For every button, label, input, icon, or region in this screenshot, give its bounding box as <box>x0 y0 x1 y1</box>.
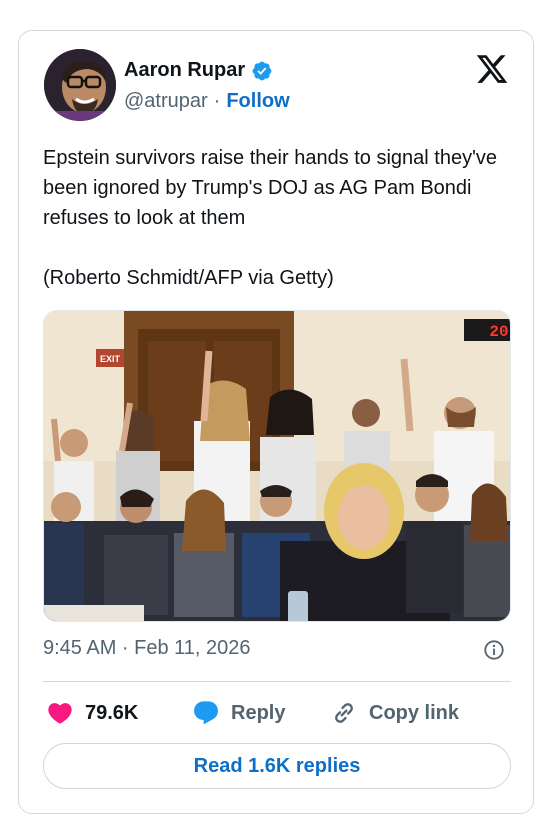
x-logo-icon[interactable] <box>474 52 510 86</box>
author-handle[interactable]: @atrupar <box>124 90 208 113</box>
link-icon <box>335 703 353 723</box>
reply-button[interactable]: Reply <box>191 696 285 730</box>
info-icon[interactable] <box>483 639 505 661</box>
hearing-photo: EXIT 20 <box>44 311 510 621</box>
copy-link-label: Copy link <box>369 701 460 724</box>
like-count: 79.6K <box>85 701 139 724</box>
exit-sign-text: EXIT <box>100 354 121 364</box>
author-name-row[interactable]: Aaron Rupar <box>124 59 273 82</box>
read-replies-label: Read 1.6K replies <box>193 754 361 777</box>
tweet-timestamp[interactable]: 9:45 AM · Feb 11, 2026 <box>43 637 251 660</box>
tweet-text: Epstein survivors raise their hands to s… <box>43 147 498 289</box>
author-avatar[interactable] <box>44 49 116 121</box>
reply-label: Reply <box>231 701 286 724</box>
copy-link-button[interactable]: Copy link <box>329 696 459 730</box>
like-button[interactable]: 79.6K <box>45 696 138 730</box>
follow-button[interactable]: Follow <box>226 90 289 113</box>
avatar-image <box>44 49 116 121</box>
reply-bubble-icon <box>194 701 218 725</box>
handle-separator: · <box>213 90 221 112</box>
timer-text: 20 <box>489 323 508 341</box>
verified-badge-icon <box>252 61 272 80</box>
author-name[interactable]: Aaron Rupar <box>124 59 245 82</box>
tweet-card: Aaron Rupar @atrupar · Follow Epstein su… <box>18 30 534 814</box>
read-replies-button[interactable]: Read 1.6K replies <box>43 743 511 789</box>
heart-icon <box>48 703 72 724</box>
divider <box>43 681 511 682</box>
handle-row: @atrupar · Follow <box>124 90 290 113</box>
action-bar: 79.6K Reply Copy link <box>43 696 511 730</box>
tweet-photo[interactable]: EXIT 20 <box>43 310 511 622</box>
